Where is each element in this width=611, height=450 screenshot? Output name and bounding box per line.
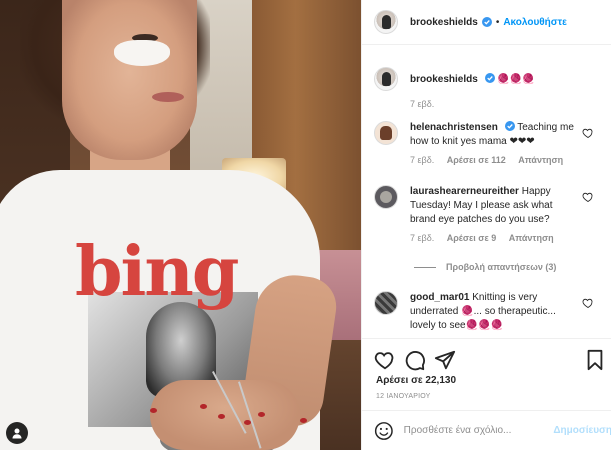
photo-nail — [150, 408, 157, 413]
comment-likes[interactable]: Αρέσει σε 9 — [447, 233, 497, 243]
comment-meta: 7 εβδ. Αρέσει σε 9 Απάντηση — [410, 233, 580, 244]
caption-body: brookeshields 🧶🧶🧶 7 εβδ. — [410, 73, 580, 110]
verified-badge-icon — [504, 121, 515, 131]
comment-username[interactable]: good_mar01 — [410, 292, 469, 303]
photo-nail — [218, 414, 225, 419]
author-username[interactable]: brookeshields — [410, 17, 478, 28]
photo-nail — [258, 412, 265, 417]
comment-likes[interactable]: Αρέσει σε 112 — [447, 155, 506, 165]
comment-meta: 7 εβδ. Αρέσει σε 112 Απάντηση — [410, 155, 580, 166]
view-replies-label: Προβολή απαντήσεων (3) — [446, 262, 557, 272]
comment-avatar[interactable] — [374, 121, 398, 145]
comment-row: helenachristensen Teaching me how to kni… — [374, 121, 600, 166]
comment-avatar[interactable] — [374, 291, 398, 315]
post-date[interactable]: 12 ΙΑΝΟΥΑΡΙΟΥ — [376, 393, 431, 400]
comment-icon[interactable] — [404, 349, 426, 371]
comment-like-heart-icon[interactable] — [582, 127, 594, 139]
photo-nail — [244, 420, 251, 425]
share-icon[interactable] — [434, 349, 456, 371]
view-replies-line — [414, 266, 436, 268]
photo-face — [62, 0, 197, 160]
emoji-smile-icon[interactable] — [374, 421, 394, 441]
caption-meta: 7 εβδ. — [410, 99, 580, 110]
photo-tshirt-text: bing — [75, 232, 239, 312]
user-tag-icon[interactable] — [6, 422, 28, 444]
post-comment-button[interactable]: Δημοσίευση — [553, 425, 611, 436]
caption-time[interactable]: 7 εβδ. — [410, 99, 434, 109]
photo-nail — [300, 418, 307, 423]
caption-row: brookeshields 🧶🧶🧶 7 εβδ. — [374, 67, 600, 110]
comment-like-heart-icon[interactable] — [582, 191, 594, 203]
comment-time[interactable]: 7 εβδ. — [410, 155, 434, 165]
caption-text: 🧶🧶🧶 — [497, 74, 535, 85]
comment-username[interactable]: helenachristensen — [410, 122, 498, 133]
reply-button[interactable]: Απάντηση — [509, 233, 554, 243]
post-photo[interactable]: bing — [0, 0, 361, 450]
heart-icon[interactable] — [374, 349, 396, 371]
bookmark-icon[interactable] — [584, 349, 606, 371]
photo-hands — [150, 380, 300, 450]
verified-badge-icon — [484, 73, 495, 83]
comment-body: laurashearerneureither Happy Tuesday! Ma… — [410, 185, 580, 244]
comment-row: good_mar01 Knitting is very underrated 🧶… — [374, 291, 600, 333]
photo-nail — [200, 404, 207, 409]
post-header: brookeshields • Ακολουθήστε — [362, 0, 611, 45]
post-side-panel: brookeshields • Ακολουθήστε brookeshield… — [361, 0, 611, 450]
verified-badge-icon — [481, 17, 492, 27]
likes-count[interactable]: Αρέσει σε 22,130 — [376, 375, 456, 386]
photo-eye-patch — [114, 40, 170, 66]
author-avatar[interactable] — [374, 10, 398, 34]
add-comment-section: Δημοσίευση — [362, 410, 611, 450]
comment-like-heart-icon[interactable] — [582, 297, 594, 309]
comment-avatar[interactable] — [374, 185, 398, 209]
follow-button[interactable]: Ακολουθήστε — [503, 17, 567, 28]
reply-button[interactable]: Απάντηση — [518, 155, 563, 165]
header-separator: • — [495, 16, 500, 28]
comment-body: helenachristensen Teaching me how to kni… — [410, 121, 580, 166]
view-replies-button[interactable]: Προβολή απαντήσεων (3) — [414, 262, 556, 272]
add-comment-input[interactable] — [403, 425, 542, 436]
caption-avatar[interactable] — [374, 67, 398, 91]
comment-row: laurashearerneureither Happy Tuesday! Ma… — [374, 185, 600, 244]
post-actions-bar — [362, 338, 611, 380]
comment-time[interactable]: 7 εβδ. — [410, 233, 434, 243]
caption-username[interactable]: brookeshields — [410, 74, 478, 85]
comments-list[interactable]: brookeshields 🧶🧶🧶 7 εβδ. helenachristens… — [362, 55, 611, 337]
comment-username[interactable]: laurashearerneureither — [410, 186, 519, 197]
photo-lips — [152, 92, 184, 102]
comment-body: good_mar01 Knitting is very underrated 🧶… — [410, 291, 580, 333]
